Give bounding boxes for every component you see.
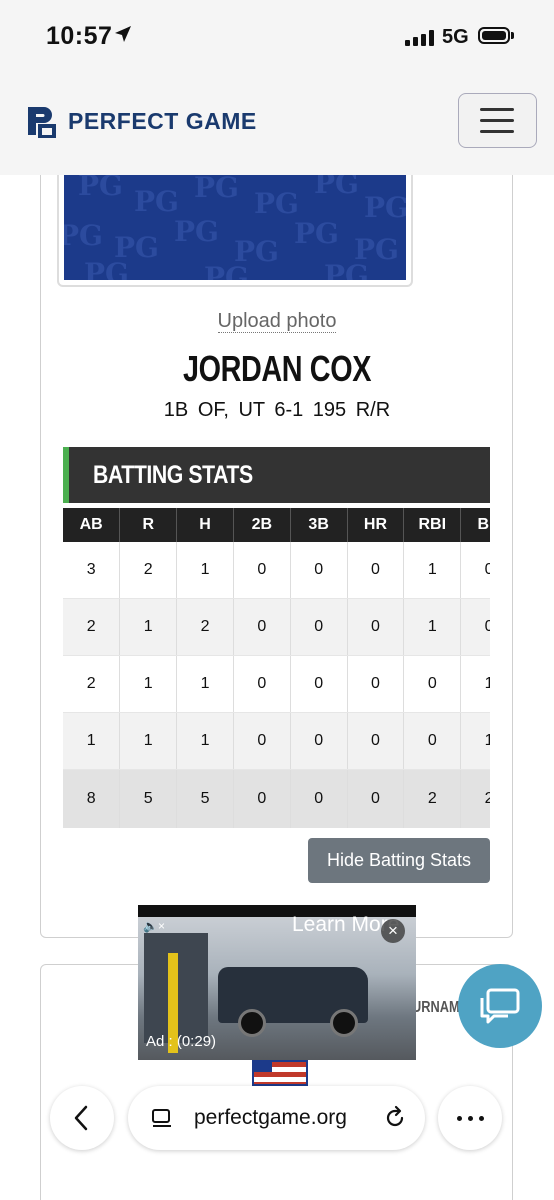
table-cell: 1	[176, 655, 234, 713]
tournament-label: URNAM	[412, 999, 460, 1016]
video-ad[interactable]: 🔈× Learn More × Ad : (0:29)	[138, 905, 416, 1060]
batting-stats-header: BATTING STATS	[63, 447, 490, 503]
player-info: 1B OF, UT 6-1 195 R/R	[163, 399, 391, 421]
ad-wheel	[238, 1009, 266, 1037]
total-cell: 5	[119, 769, 178, 828]
player-name: JORDAN COX	[182, 348, 372, 389]
table-row: 1 1 1 0 0 0 0 1	[63, 712, 490, 770]
column-header: AB	[63, 508, 121, 542]
upload-photo-link[interactable]: Upload photo	[217, 310, 337, 333]
column-header: HR	[347, 508, 405, 542]
table-cell: 0	[403, 712, 462, 770]
total-cell: 0	[347, 769, 405, 828]
location-arrow-icon	[115, 26, 131, 42]
table-cell: 1	[403, 542, 462, 599]
table-cell: 1	[403, 598, 462, 656]
column-header: 2B	[233, 508, 291, 542]
column-header: RBI	[403, 508, 462, 542]
more-options-button[interactable]	[438, 1086, 502, 1150]
table-cell: 2	[176, 598, 234, 656]
chat-icon	[480, 988, 520, 1024]
table-row: 2 1 1 0 0 0 0 1	[63, 655, 490, 713]
table-cell: 2	[63, 598, 121, 656]
table-cell: 1	[176, 542, 234, 599]
table-cell: 0	[347, 712, 405, 770]
signal-icon	[405, 30, 435, 46]
total-cell: 5	[176, 769, 234, 828]
column-header: BB	[460, 508, 490, 542]
profile-banner: PGPGPGPGPGPG PGPGPGPGPGPG PGPGPG	[57, 175, 413, 287]
url-text[interactable]: perfectgame.org	[194, 1106, 347, 1130]
battery-tip	[511, 32, 514, 39]
table-cell: 1	[460, 712, 490, 770]
hamburger-menu-button[interactable]	[458, 93, 537, 148]
table-cell: 0	[347, 542, 405, 599]
chat-button[interactable]	[458, 964, 542, 1048]
table-row: 3 2 1 0 0 0 1 0	[63, 542, 490, 599]
banner-pattern: PGPGPGPGPGPG PGPGPGPGPGPG PGPGPG	[64, 175, 406, 280]
total-cell: 0	[290, 769, 348, 828]
total-cell: 2	[460, 769, 490, 828]
table-cell: 1	[63, 712, 121, 770]
ad-timer: Ad : (0:29)	[146, 1033, 217, 1050]
table-header-row: AB R H 2B 3B HR RBI BB	[63, 508, 490, 542]
table-cell: 0	[347, 655, 405, 713]
table-cell: 1	[460, 655, 490, 713]
totals-row: 8 5 5 0 0 0 2 2	[63, 769, 490, 828]
column-header: R	[119, 508, 178, 542]
chevron-left-icon	[74, 1105, 88, 1131]
table-row: 2 1 2 0 0 0 1 0	[63, 598, 490, 656]
table-cell: 1	[119, 655, 178, 713]
table-cell: 0	[290, 598, 348, 656]
table-cell: 0	[233, 712, 291, 770]
table-cell: 3	[63, 542, 121, 599]
table-cell: 0	[460, 598, 490, 656]
column-header: 3B	[290, 508, 348, 542]
total-cell: 8	[63, 769, 121, 828]
column-header: H	[176, 508, 234, 542]
table-cell: 0	[233, 542, 291, 599]
pg-logo-icon[interactable]	[26, 104, 56, 138]
batting-stats-title: BATTING STATS	[93, 461, 253, 489]
mute-icon[interactable]: 🔈×	[143, 919, 165, 933]
table-cell: 0	[347, 598, 405, 656]
brand-name[interactable]: PERFECT GAME	[68, 108, 257, 135]
batting-stats-table[interactable]: AB R H 2B 3B HR RBI BB 3 2 1 0 0 0	[63, 508, 490, 828]
total-cell: 0	[233, 769, 291, 828]
table-cell: 0	[460, 542, 490, 599]
battery-icon	[478, 27, 510, 44]
table-cell: 0	[290, 712, 348, 770]
reload-icon[interactable]	[382, 1105, 408, 1131]
table-cell: 2	[119, 542, 178, 599]
table-cell: 1	[119, 598, 178, 656]
table-cell: 0	[233, 655, 291, 713]
status-time: 10:57	[46, 22, 113, 50]
table-cell: 1	[176, 712, 234, 770]
status-bar: 10:57 5G	[0, 0, 554, 72]
table-cell: 0	[290, 542, 348, 599]
table-cell: 0	[233, 598, 291, 656]
table-cell: 1	[119, 712, 178, 770]
address-bar[interactable]: perfectgame.org	[128, 1086, 425, 1150]
table-cell: 2	[63, 655, 121, 713]
table-cell: 0	[290, 655, 348, 713]
back-button[interactable]	[50, 1086, 114, 1150]
hide-batting-stats-button[interactable]: Hide Batting Stats	[308, 838, 490, 883]
total-cell: 2	[403, 769, 462, 828]
table-cell: 0	[403, 655, 462, 713]
network-label: 5G	[442, 26, 469, 48]
close-icon[interactable]: ×	[381, 919, 405, 943]
reader-icon	[152, 1109, 171, 1127]
ad-wheel	[330, 1009, 358, 1037]
